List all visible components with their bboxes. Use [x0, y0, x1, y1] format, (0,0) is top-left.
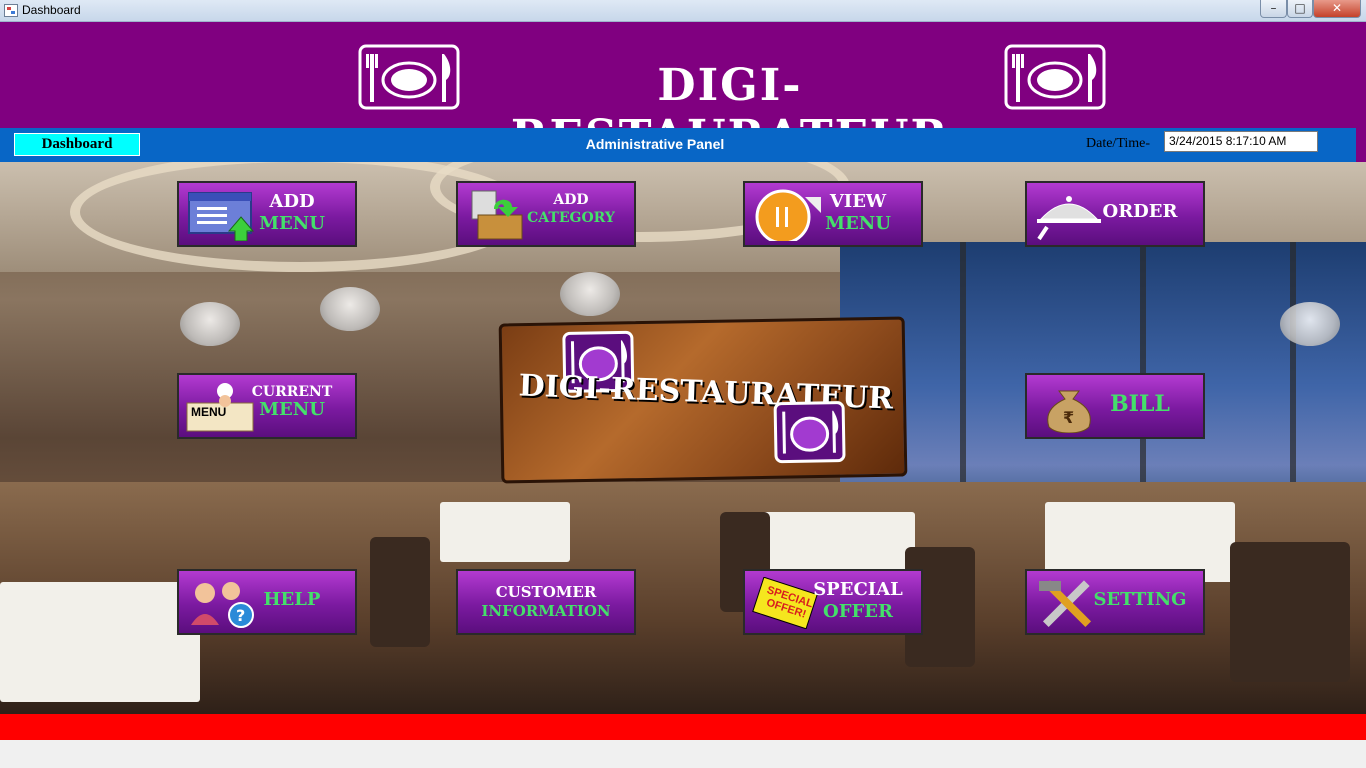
tile-label: ADD CATEGORY [527, 192, 615, 226]
window-title: Dashboard [22, 3, 81, 17]
plate-cutlery-icon [358, 44, 460, 110]
dining-chair [370, 537, 430, 647]
dining-table [440, 502, 570, 562]
add-menu-button[interactable]: ADD MENU [177, 181, 357, 247]
add-category-button[interactable]: ADD CATEGORY [456, 181, 636, 247]
window-title-bar: Dashboard – □ ✕ [0, 0, 1366, 22]
tile-label: CURRENT MENU [251, 384, 333, 420]
maximize-button[interactable]: □ [1287, 0, 1313, 18]
plate-cutlery-icon [773, 401, 846, 464]
footer-red-bar [0, 714, 1366, 740]
current-menu-button[interactable]: MENU CURRENT MENU [177, 373, 357, 439]
pendant-lamp [320, 287, 380, 331]
view-menu-button[interactable]: VIEW MENU [743, 181, 923, 247]
tile-label: VIEW MENU [825, 191, 891, 234]
dining-table [0, 582, 200, 702]
pendant-lamp [180, 302, 240, 346]
special-offer-button[interactable]: SPECIAL OFFER! SPECIAL OFFER [743, 569, 923, 635]
tile-label: BILL [1110, 391, 1170, 417]
close-button[interactable]: ✕ [1313, 0, 1361, 18]
tile-label: ADD MENU [259, 191, 325, 234]
svg-text:₹: ₹ [1063, 408, 1074, 427]
window-app-icon [4, 4, 18, 17]
datetime-field[interactable]: 3/24/2015 8:17:10 AM [1164, 131, 1318, 152]
panel-title: Administrative Panel [585, 136, 725, 152]
order-button[interactable]: ORDER [1025, 181, 1205, 247]
datetime-label: Date/Time- [1086, 136, 1151, 151]
pendant-lamp [560, 272, 620, 316]
bill-button[interactable]: ₹ BILL [1025, 373, 1205, 439]
plate-cutlery-icon [1004, 44, 1106, 110]
panel-bar-edge [1356, 128, 1366, 162]
dining-chair [1230, 542, 1350, 682]
pendant-lamp [1280, 302, 1340, 346]
status-bar [0, 740, 1366, 768]
center-logo-sign: DIGI-RESTAURATEUR [498, 316, 908, 484]
setting-button[interactable]: SETTING [1025, 569, 1205, 635]
tile-label: HELP [263, 589, 321, 610]
tile-label: ORDER [1102, 201, 1178, 222]
dashboard-button[interactable]: Dashboard [14, 133, 140, 156]
tile-label: SETTING [1093, 589, 1187, 610]
app-header: DIGI-RESTAURATEUR [0, 22, 1366, 162]
help-button[interactable]: ? HELP [177, 569, 357, 635]
customer-information-button[interactable]: CUSTOMER INFORMATION [456, 569, 636, 635]
menu-scroll-text: MENU [191, 405, 227, 419]
minimize-button[interactable]: – [1260, 0, 1287, 18]
tile-label: CUSTOMER INFORMATION [481, 583, 611, 620]
admin-panel-bar: Dashboard Administrative Panel Date/Time… [0, 128, 1356, 162]
tile-label: SPECIAL OFFER [813, 579, 903, 622]
